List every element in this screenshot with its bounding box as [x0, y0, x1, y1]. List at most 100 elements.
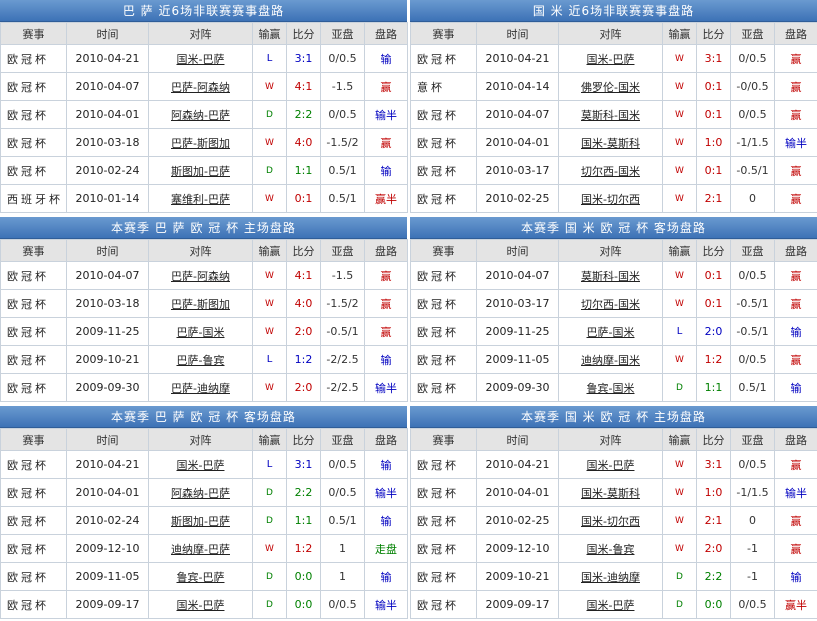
table-row: 欧冠杯 2010-04-07 巴萨-阿森纳 W 4:1 -1.5 赢	[0, 261, 408, 290]
col-time-header: 时间	[66, 22, 149, 45]
match-link[interactable]: 国米-切尔西	[558, 184, 663, 213]
col-handicap-cell: -2/2.5	[320, 345, 365, 374]
match-link[interactable]: 国米-莫斯科	[558, 478, 663, 507]
col-pan-cell: 输	[364, 44, 408, 73]
match-link[interactable]: 国米-切尔西	[558, 506, 663, 535]
match-link[interactable]: 巴萨-国米	[558, 317, 663, 346]
col-competition-cell: 欧冠杯	[410, 345, 477, 374]
panel-title: 本赛季 国 米 欧 冠 杯 主场盘路	[410, 406, 817, 428]
col-pan-cell: 赢半	[774, 590, 817, 619]
col-match-header: 对阵	[558, 239, 663, 262]
col-pan-header: 盘路	[364, 22, 408, 45]
results-table: 赛事 时间 对阵 输赢 比分 亚盘 盘路 欧冠杯 2010-04-21 国米-巴萨 W 3:1 0/0.…	[410, 428, 817, 619]
col-pan-cell: 赢	[364, 128, 408, 157]
col-result-cell: W	[662, 184, 697, 213]
stats-panel: 本赛季 国 米 欧 冠 杯 客场盘路 赛事 时间 对阵 输赢 比分 亚盘 盘路 欧冠杯 2010-…	[410, 217, 817, 402]
col-pan-cell: 赢	[364, 317, 408, 346]
col-handicap-cell: -1.5	[320, 261, 365, 290]
col-competition-cell: 欧冠杯	[410, 478, 477, 507]
match-link[interactable]: 巴萨-斯图加	[148, 289, 253, 318]
match-link[interactable]: 国米-迪纳摩	[558, 562, 663, 591]
col-result-cell: D	[252, 506, 287, 535]
match-link[interactable]: 莫斯科-国米	[558, 261, 663, 290]
match-link[interactable]: 巴萨-鲁宾	[148, 345, 253, 374]
col-score-cell: 4:1	[286, 261, 321, 290]
col-score-cell: 2:2	[286, 100, 321, 129]
col-time-cell: 2009-11-25	[476, 317, 559, 346]
match-link[interactable]: 斯图加-巴萨	[148, 506, 253, 535]
match-link[interactable]: 巴萨-斯图加	[148, 128, 253, 157]
match-link[interactable]: 国米-巴萨	[148, 450, 253, 479]
col-pan-cell: 输	[364, 156, 408, 185]
col-competition-cell: 欧冠杯	[0, 44, 67, 73]
table-header-row: 赛事 时间 对阵 输赢 比分 亚盘 盘路	[410, 239, 817, 262]
col-competition-cell: 欧冠杯	[410, 156, 477, 185]
match-link[interactable]: 国米-巴萨	[558, 44, 663, 73]
col-score-cell: 0:0	[286, 590, 321, 619]
match-link[interactable]: 斯图加-巴萨	[148, 156, 253, 185]
match-link[interactable]: 塞维利-巴萨	[148, 184, 253, 213]
col-result-cell: W	[252, 72, 287, 101]
col-result-cell: L	[662, 317, 697, 346]
col-pan-cell: 赢	[774, 506, 817, 535]
col-competition-cell: 欧冠杯	[0, 317, 67, 346]
match-link[interactable]: 国米-巴萨	[558, 590, 663, 619]
table-row: 欧冠杯 2010-04-21 国米-巴萨 L 3:1 0/0.5 输	[0, 44, 408, 73]
col-score-cell: 2:0	[286, 317, 321, 346]
match-link[interactable]: 国米-巴萨	[148, 590, 253, 619]
col-handicap-header: 亚盘	[320, 239, 365, 262]
table-row: 欧冠杯 2010-04-21 国米-巴萨 W 3:1 0/0.5 赢	[410, 44, 817, 73]
match-link[interactable]: 国米-莫斯科	[558, 128, 663, 157]
panel-title: 本赛季 巴 萨 欧 冠 杯 主场盘路	[0, 217, 407, 239]
col-time-cell: 2010-04-21	[66, 450, 149, 479]
match-link[interactable]: 国米-巴萨	[558, 450, 663, 479]
table-row: 欧冠杯 2010-02-24 斯图加-巴萨 D 1:1 0.5/1 输	[0, 506, 408, 535]
match-link[interactable]: 迪纳摩-巴萨	[148, 534, 253, 563]
col-handicap-cell: 0	[730, 506, 775, 535]
match-link[interactable]: 巴萨-迪纳摩	[148, 373, 253, 402]
col-result-cell: W	[662, 345, 697, 374]
col-handicap-cell: 0/0.5	[730, 590, 775, 619]
col-result-cell: W	[662, 128, 697, 157]
col-score-cell: 2:0	[696, 534, 731, 563]
match-link[interactable]: 切尔西-国米	[558, 156, 663, 185]
match-link[interactable]: 阿森纳-巴萨	[148, 100, 253, 129]
col-score-cell: 2:1	[696, 506, 731, 535]
col-time-cell: 2010-04-07	[66, 261, 149, 290]
match-link[interactable]: 国米-巴萨	[148, 44, 253, 73]
match-link[interactable]: 巴萨-阿森纳	[148, 72, 253, 101]
match-link[interactable]: 佛罗伦-国米	[558, 72, 663, 101]
table-row: 欧冠杯 2010-04-07 巴萨-阿森纳 W 4:1 -1.5 赢	[0, 72, 408, 101]
col-handicap-cell: -0.5/1	[320, 317, 365, 346]
col-handicap-cell: 0/0.5	[730, 44, 775, 73]
match-link[interactable]: 鲁宾-巴萨	[148, 562, 253, 591]
col-time-cell: 2009-12-10	[66, 534, 149, 563]
col-time-cell: 2009-10-21	[476, 562, 559, 591]
match-link[interactable]: 国米-鲁宾	[558, 534, 663, 563]
col-time-cell: 2009-09-30	[476, 373, 559, 402]
col-handicap-header: 亚盘	[730, 22, 775, 45]
table-header-row: 赛事 时间 对阵 输赢 比分 亚盘 盘路	[0, 239, 408, 262]
col-result-header: 输赢	[252, 22, 287, 45]
col-score-cell: 1:1	[286, 506, 321, 535]
match-link[interactable]: 鲁宾-国米	[558, 373, 663, 402]
table-row: 欧冠杯 2010-04-21 国米-巴萨 W 3:1 0/0.5 赢	[410, 450, 817, 479]
col-competition-cell: 欧冠杯	[410, 100, 477, 129]
col-handicap-cell: -1.5	[320, 72, 365, 101]
table-row: 欧冠杯 2010-04-07 莫斯科-国米 W 0:1 0/0.5 赢	[410, 100, 817, 129]
col-result-cell: D	[662, 373, 697, 402]
match-link[interactable]: 迪纳摩-国米	[558, 345, 663, 374]
col-pan-cell: 赢	[364, 289, 408, 318]
col-result-header: 输赢	[252, 239, 287, 262]
match-link[interactable]: 莫斯科-国米	[558, 100, 663, 129]
match-link[interactable]: 巴萨-国米	[148, 317, 253, 346]
match-link[interactable]: 巴萨-阿森纳	[148, 261, 253, 290]
col-result-cell: D	[252, 590, 287, 619]
col-pan-cell: 输	[364, 562, 408, 591]
match-link[interactable]: 阿森纳-巴萨	[148, 478, 253, 507]
match-link[interactable]: 切尔西-国米	[558, 289, 663, 318]
col-pan-cell: 赢	[774, 289, 817, 318]
col-result-cell: W	[662, 44, 697, 73]
col-pan-cell: 输	[774, 317, 817, 346]
col-pan-header: 盘路	[774, 239, 817, 262]
